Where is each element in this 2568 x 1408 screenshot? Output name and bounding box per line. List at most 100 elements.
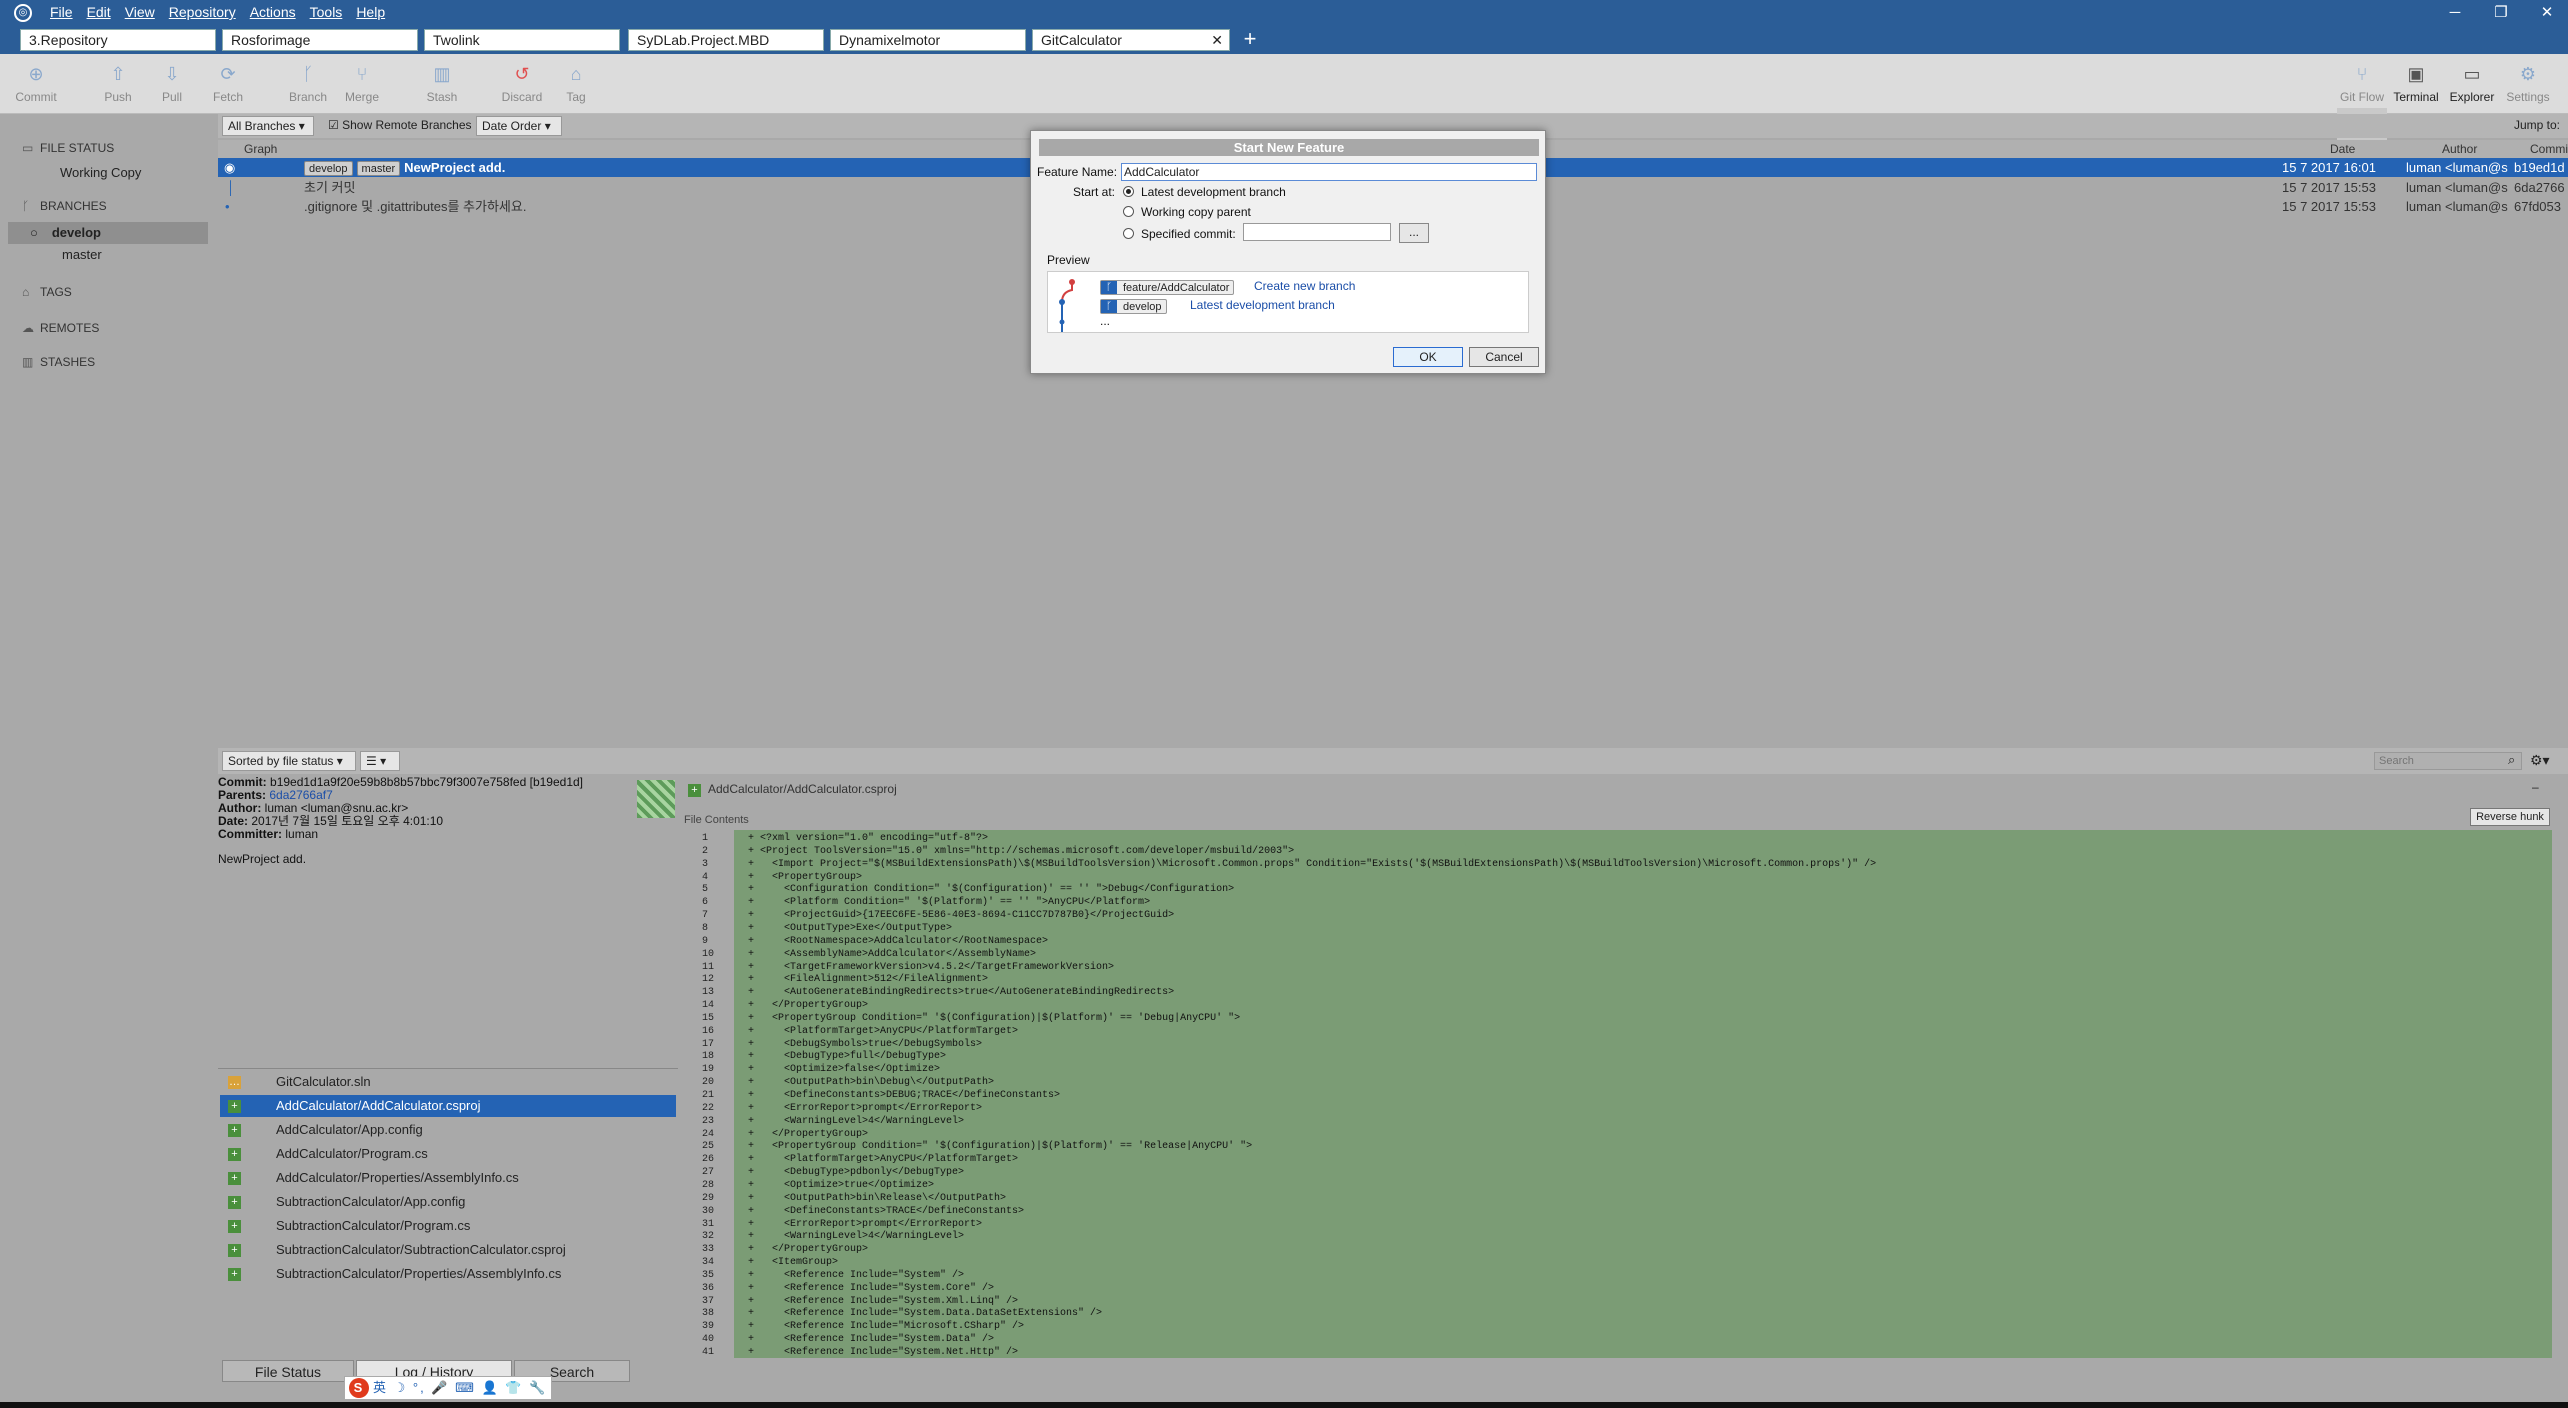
commit-id-value: b19ed1d1a9f20e59b8b8b57bbc79f3007e758fed…	[270, 775, 583, 789]
pull-button[interactable]: ⇩ Pull	[140, 60, 204, 104]
search-input[interactable]	[2374, 752, 2522, 770]
commit-full-message: NewProject add.	[218, 852, 307, 866]
added-marker: +	[748, 1295, 755, 1307]
sidebar-item-master[interactable]: master	[8, 244, 208, 266]
added-marker: +	[748, 1321, 755, 1333]
sidebar-remotes[interactable]: ☁ REMOTES	[8, 316, 99, 340]
commit-author: luman <luman@s	[2406, 199, 2508, 214]
tab-dynamixelmotor[interactable]: Dynamixelmotor	[830, 29, 1026, 51]
order-dropdown-label: Date Order	[482, 119, 542, 133]
sidebar-branches[interactable]: ᚴ BRANCHES	[8, 194, 107, 218]
tab-twolink[interactable]: Twolink	[424, 29, 620, 51]
menu-file[interactable]: File	[50, 4, 73, 20]
view-mode-dropdown[interactable]: ☰ ▾	[360, 751, 400, 771]
list-item[interactable]: + AddCalculator/Program.cs	[220, 1143, 676, 1165]
stash-button[interactable]: ▥ Stash	[410, 60, 474, 104]
collapse-icon[interactable]: –	[2532, 780, 2539, 794]
sidebar-item-working-copy[interactable]: Working Copy	[8, 162, 208, 184]
line-number: 37	[702, 1295, 715, 1307]
commit-column[interactable]: Commit	[2530, 142, 2568, 156]
close-window-icon[interactable]: ✕	[2532, 2, 2562, 24]
show-remote-label: Show Remote Branches	[342, 118, 472, 132]
tab-3-repository[interactable]: 3.Repository	[20, 29, 216, 51]
added-file-icon: +	[228, 1100, 241, 1113]
specified-commit-input[interactable]	[1243, 223, 1391, 241]
sidebar-branches-label: BRANCHES	[40, 199, 107, 213]
ok-button[interactable]: OK	[1393, 347, 1463, 367]
list-item[interactable]: + SubtractionCalculator/Properties/Assemb…	[220, 1263, 676, 1285]
commit-author: luman <luman@s	[2406, 180, 2508, 195]
sort-dropdown[interactable]: Sorted by file status ▾	[222, 751, 356, 771]
sidebar-tags[interactable]: ⌂ TAGS	[8, 280, 72, 304]
radio-working-copy-parent[interactable]	[1123, 206, 1134, 217]
line-number: 3	[702, 858, 709, 870]
line-text: <Reference Include="Microsoft.CSharp" />	[760, 1321, 1025, 1333]
feature-name-input[interactable]: AddCalculator	[1121, 163, 1537, 181]
menu-bar: File Edit View Repository Actions Tools …	[50, 4, 385, 20]
cloud-icon: ☁	[22, 321, 34, 335]
added-marker: +	[748, 987, 755, 999]
line-text: <DebugSymbols>true</DebugSymbols>	[760, 1038, 983, 1050]
file-name: AddCalculator/Program.cs	[276, 1146, 428, 1161]
added-marker: +	[748, 1141, 755, 1153]
explorer-button[interactable]: ▭ Explorer	[2440, 60, 2504, 104]
merge-button[interactable]: ⑂ Merge	[330, 60, 394, 104]
fetch-label: Fetch	[212, 90, 243, 104]
tab-gitcalculator[interactable]: GitCalculator ✕	[1032, 29, 1230, 51]
list-item[interactable]: + SubtractionCalculator/SubtractionCalcul…	[220, 1239, 676, 1261]
menu-actions[interactable]: Actions	[250, 4, 296, 20]
show-remote-checkbox[interactable]: ☑ Show Remote Branches	[328, 118, 472, 132]
menu-help[interactable]: Help	[356, 4, 385, 20]
tag-button[interactable]: ⌂ Tag	[544, 60, 608, 104]
list-item[interactable]: … GitCalculator.sln	[220, 1071, 676, 1093]
line-text: <OutputPath>bin\Release\</OutputPath>	[760, 1192, 1007, 1204]
browse-commit-button[interactable]: ...	[1399, 223, 1429, 243]
tab-sydlab-project-mbd[interactable]: SyDLab.Project.MBD	[628, 29, 824, 51]
sidebar-item-develop[interactable]: ○ develop	[8, 222, 208, 244]
branches-dropdown[interactable]: All Branches ▾	[222, 116, 314, 136]
radio-specified-commit[interactable]	[1123, 228, 1134, 239]
ime-toolbar[interactable]: S 英 ☽ °, 🎤 ⌨ 👤 👕 🔧	[344, 1376, 552, 1400]
list-icon: ☰	[366, 754, 377, 768]
folder-icon: ▭	[2463, 64, 2481, 84]
list-item[interactable]: + AddCalculator/Properties/AssemblyInfo.c…	[220, 1167, 676, 1189]
reverse-hunk-button[interactable]: Reverse hunk	[2470, 808, 2550, 826]
restore-icon[interactable]: ❐	[2486, 2, 2516, 24]
preview-more: ...	[1100, 314, 1111, 328]
tab-file-status[interactable]: File Status	[222, 1360, 354, 1382]
commit-button[interactable]: ⊕ Commit	[4, 60, 68, 104]
diff-view[interactable]: 1 + <?xml version="1.0" encoding="utf-8"?>…	[682, 830, 2552, 1358]
sidebar-file-status[interactable]: ▭ FILE STATUS	[8, 136, 114, 160]
list-item[interactable]: + SubtractionCalculator/App.config	[220, 1191, 676, 1213]
file-name: SubtractionCalculator/App.config	[276, 1194, 466, 1209]
list-item[interactable]: + AddCalculator/AddCalculator.csproj	[220, 1095, 676, 1117]
radio-latest-dev-branch[interactable]	[1123, 186, 1134, 197]
added-marker: +	[748, 1090, 755, 1101]
minimize-icon[interactable]: ─	[2440, 2, 2470, 24]
fetch-button[interactable]: ⟳ Fetch	[196, 60, 260, 104]
order-dropdown[interactable]: Date Order ▾	[476, 116, 562, 136]
line-number: 40	[702, 1334, 715, 1346]
tab-rosforimage[interactable]: Rosforimage	[222, 29, 418, 51]
added-marker: +	[748, 1064, 755, 1076]
line-number: 5	[702, 884, 709, 896]
menu-edit[interactable]: Edit	[87, 4, 111, 20]
parent-link[interactable]: 6da2766af7	[269, 788, 332, 802]
settings-button[interactable]: ⚙ Settings	[2496, 60, 2560, 104]
author-value: luman <luman@snu.ac.kr>	[264, 801, 409, 815]
gear-icon[interactable]: ⚙▾	[2530, 752, 2550, 769]
list-item[interactable]: + SubtractionCalculator/Program.cs	[220, 1215, 676, 1237]
cancel-button[interactable]: Cancel	[1469, 347, 1539, 367]
tab-label: SyDLab.Project.MBD	[637, 32, 770, 48]
author-column[interactable]: Author	[2442, 142, 2477, 156]
terminal-button[interactable]: ▣ Terminal	[2384, 60, 2448, 104]
menu-tools[interactable]: Tools	[310, 4, 343, 20]
date-column[interactable]: Date	[2330, 142, 2355, 156]
graph-column[interactable]: Graph	[244, 142, 277, 156]
menu-view[interactable]: View	[125, 4, 155, 20]
tab-close-icon[interactable]: ✕	[1211, 30, 1223, 50]
sidebar-stashes[interactable]: ▥ STASHES	[8, 350, 95, 374]
menu-repository[interactable]: Repository	[169, 4, 236, 20]
list-item[interactable]: + AddCalculator/App.config	[220, 1119, 676, 1141]
add-tab-icon[interactable]: +	[1238, 26, 1262, 54]
